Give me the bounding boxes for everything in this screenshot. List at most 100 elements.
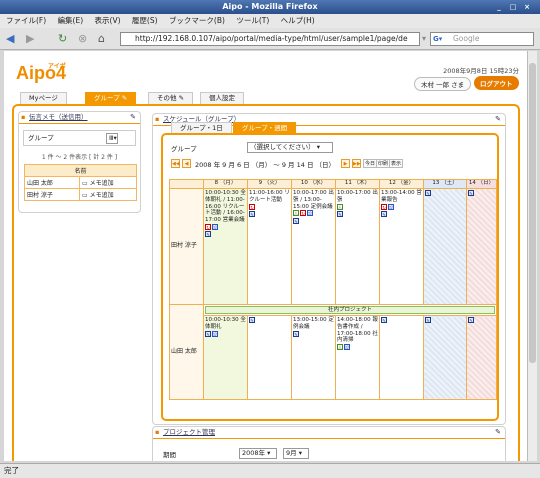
schedule-cell[interactable]: ✎ <box>247 315 292 400</box>
add-schedule-icon[interactable]: ✎ <box>381 210 387 217</box>
menu-help[interactable]: ヘルプ(H) <box>281 16 315 25</box>
prev-day-button[interactable]: ◀ <box>182 159 191 168</box>
schedule-cell[interactable]: ✎ <box>423 315 467 400</box>
project-month-select[interactable]: 9月 ▾ <box>283 448 309 459</box>
schedule-cell[interactable]: ✎ <box>379 315 424 400</box>
day-header[interactable]: 12 （金） <box>379 179 424 189</box>
url-input[interactable]: http://192.168.0.107/aipo/portal/media-t… <box>120 32 420 46</box>
add-schedule-icon[interactable]: ✎ <box>293 330 299 337</box>
schedule-group-label: グループ <box>171 145 197 153</box>
add-schedule-icon[interactable]: ✎ <box>205 231 211 238</box>
search-input[interactable]: Google <box>430 32 534 46</box>
facility-icon: 設 <box>212 330 218 337</box>
menu-history[interactable]: 履歴(S) <box>132 16 158 25</box>
add-schedule-icon[interactable]: ✎ <box>425 317 431 323</box>
add-schedule-icon[interactable]: ✎ <box>337 210 343 217</box>
schedule-user-name: 山田 太郎 <box>169 304 204 400</box>
today-button[interactable]: 今日 <box>363 159 378 168</box>
memo-add-link[interactable]: ▭ メモ追加 <box>79 176 137 189</box>
add-schedule-icon[interactable]: ✎ <box>425 190 431 196</box>
panel-bullet-icon: ▪ <box>155 115 160 123</box>
page-scrollbar[interactable] <box>527 51 537 461</box>
panel-settings-icon[interactable]: ✎ <box>130 112 136 123</box>
print-button[interactable]: 印刷 <box>376 159 391 168</box>
schedule-cell[interactable]: 11:00-16:00 リクルート活動 ↻ ✎ <box>247 188 292 305</box>
panel-settings-icon[interactable]: ✎ <box>495 114 501 125</box>
back-icon[interactable]: ◀ <box>6 32 14 46</box>
schedule-cell[interactable]: 13:00-14:00 営業報告 ↻ 設 ✎ <box>379 188 424 305</box>
menu-file[interactable]: ファイル(F) <box>6 16 46 25</box>
schedule-events[interactable]: 13:00-14:00 営業報告 <box>381 190 422 203</box>
next-day-button[interactable]: ▶ <box>341 159 350 168</box>
day-header[interactable]: 13 （土） <box>423 179 467 189</box>
logout-button[interactable]: ログアウト <box>474 76 519 90</box>
tab-group-day[interactable]: グループ・1日 <box>171 122 232 133</box>
schedule-cell[interactable]: 14:00-18:00 報告書作成 / 17:00-18:00 社内清掃人設 <box>335 315 380 400</box>
tab-other-settings-icon[interactable]: ✎ <box>179 94 184 102</box>
panel-settings-icon[interactable]: ✎ <box>495 427 501 438</box>
add-schedule-icon[interactable]: ✎ <box>293 217 299 224</box>
day-header[interactable]: 11 （木） <box>335 179 380 189</box>
tab-other[interactable]: その他 ✎ <box>148 92 194 104</box>
project-year-select[interactable]: 2008年 ▾ <box>239 448 277 459</box>
repeat-icon: ↻ <box>249 203 255 210</box>
schedule-cell[interactable]: 10:00-17:00 出張人 ✎ <box>335 188 380 305</box>
reload-icon[interactable]: ↻ <box>58 32 67 46</box>
memo-add-link[interactable]: ▭ メモ追加 <box>79 188 137 201</box>
day-header[interactable]: 10 （水） <box>291 179 336 189</box>
schedule-cell[interactable]: ✎ <box>466 315 497 400</box>
memo-title[interactable]: 伝言メモ（送信用） <box>29 113 88 121</box>
home-icon[interactable]: ⌂ <box>98 32 105 46</box>
url-dropdown-icon[interactable]: ▾ <box>422 32 426 46</box>
add-schedule-icon[interactable]: ✎ <box>468 317 474 323</box>
add-schedule-icon[interactable]: ✎ <box>205 330 211 337</box>
close-button[interactable]: × <box>522 2 532 12</box>
project-title[interactable]: プロジェクト管理 <box>163 428 215 436</box>
schedule-events[interactable]: 13:00-15:00 定例会議 <box>293 317 334 330</box>
schedule-cell[interactable]: 10:00-10:30 全体朝礼 ✎ 設 <box>203 315 248 400</box>
scrollbar-thumb[interactable] <box>529 63 536 363</box>
schedule-cell[interactable]: 10:00-10:30 全体朝礼 / 11:00-16:00 リクルート活動 /… <box>203 188 248 305</box>
add-schedule-icon[interactable]: ✎ <box>381 317 387 323</box>
stop-icon[interactable]: ⊗ <box>78 32 87 46</box>
menu-edit[interactable]: 編集(E) <box>58 16 84 25</box>
menu-view[interactable]: 表示(V) <box>95 16 121 25</box>
minimize-button[interactable]: _ <box>494 2 504 12</box>
schedule-events[interactable]: 14:00-18:00 報告書作成 / 17:00-18:00 社内清掃 <box>337 317 378 343</box>
day-header[interactable]: 8 （月） <box>203 179 248 189</box>
schedule-events[interactable]: 11:00-16:00 リクルート活動 <box>249 190 290 203</box>
day-header[interactable]: 9 （火） <box>247 179 292 189</box>
facility-icon: 設 <box>388 203 394 210</box>
menu-tools[interactable]: ツール(T) <box>236 16 269 25</box>
schedule-events[interactable]: 10:00-17:00 出張 <box>337 190 378 203</box>
memo-group-select[interactable]: Ⅲ▾ <box>106 133 118 144</box>
schedule-cell[interactable]: ✎ <box>423 188 467 305</box>
tab-group-label: グループ <box>94 94 120 102</box>
schedule-events[interactable]: 10:00-10:30 全体朝礼 <box>205 317 246 330</box>
schedule-events[interactable]: 10:00-10:30 全体朝礼 / 11:00-16:00 リクルート活動 /… <box>205 190 246 223</box>
schedule-cell[interactable]: 10:00-17:00 出張 / 13:00-15:00 定例会議人 ↻ 設 ✎ <box>291 188 336 305</box>
day-header[interactable]: 14 （日） <box>466 179 497 189</box>
tab-personal-settings[interactable]: 個人設定 <box>200 92 244 104</box>
schedule-group-select[interactable]: （選択してください） ▾ <box>247 142 333 153</box>
schedule-cell[interactable]: ✎ <box>466 188 497 305</box>
maximize-button[interactable]: □ <box>508 2 518 12</box>
prev-week-button[interactable]: ◀◀ <box>171 159 180 168</box>
forward-icon[interactable]: ▶ <box>26 32 34 46</box>
add-schedule-icon[interactable]: ✎ <box>249 317 255 323</box>
menu-bookmarks[interactable]: ブックマーク(B) <box>169 16 225 25</box>
add-schedule-icon[interactable]: ✎ <box>468 190 474 196</box>
tab-group[interactable]: グループ ✎ <box>85 92 137 104</box>
project-bar[interactable]: 社内プロジェクト <box>205 306 495 314</box>
display-button[interactable]: 表示 <box>389 159 404 168</box>
tab-mypage[interactable]: Myページ <box>20 92 67 104</box>
next-week-button[interactable]: ▶▶ <box>352 159 361 168</box>
tab-settings-icon[interactable]: ✎ <box>122 94 127 102</box>
schedule-user-name: 田村 涼子 <box>169 188 204 305</box>
tab-group-week[interactable]: グループ・週間 <box>233 122 297 133</box>
google-icon[interactable]: G▾ <box>433 35 442 43</box>
schedule-events[interactable]: 10:00-17:00 出張 / 13:00-15:00 定例会議 <box>293 190 334 210</box>
schedule-cell[interactable]: 13:00-15:00 定例会議 ✎ <box>291 315 336 400</box>
schedule-panel: ▪ スケジュール（グループ） ✎ グループ・1日 グループ・週間 グループ （選… <box>152 113 506 425</box>
add-schedule-icon[interactable]: ✎ <box>249 210 255 217</box>
